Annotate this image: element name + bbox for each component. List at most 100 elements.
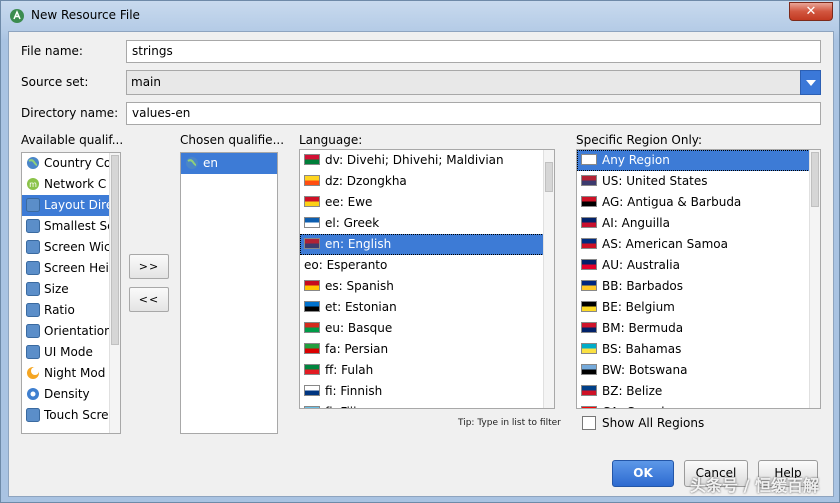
show-all-regions-label[interactable]: Show All Regions [602,416,704,430]
flag-icon [581,343,597,354]
available-qualifier-item[interactable]: Layout Dire [22,195,120,216]
language-label: Language: [299,133,363,147]
language-item[interactable]: dv: Divehi; Dhivehi; Maldivian [300,150,554,171]
flag-icon [581,238,597,249]
screen-height-icon [26,260,40,275]
region-item[interactable]: CA: Canada [577,402,820,408]
available-scroll-thumb[interactable] [111,155,119,345]
flag-icon [581,196,597,207]
available-qualifier-item[interactable]: Density [22,384,120,405]
region-label: AS: American Samoa [602,237,728,251]
region-label: BE: Belgium [602,300,675,314]
svg-text:m: m [29,180,37,189]
language-label: fa: Persian [325,342,389,356]
region-item[interactable]: BE: Belgium [577,297,820,318]
language-scrollbar[interactable] [543,150,554,408]
region-item[interactable]: BZ: Belize [577,381,820,402]
region-item[interactable]: BB: Barbados [577,276,820,297]
filter-tip: Tip: Type in list to filter [458,418,561,428]
chevron-down-icon[interactable] [800,70,821,95]
language-item[interactable]: el: Greek [300,213,554,234]
available-qualifier-item[interactable]: m Network C [22,174,120,195]
ok-button[interactable]: OK [612,460,674,487]
chosen-qualifier-item[interactable]: en [181,153,277,174]
ratio-icon [26,302,40,317]
flag-icon [581,406,597,408]
available-qualifier-item[interactable]: Smallest Sc [22,216,120,237]
region-item[interactable]: AG: Antigua & Barbuda [577,192,820,213]
language-label: eu: Basque [325,321,393,335]
region-label: Any Region [602,153,670,167]
source-set-select[interactable]: main [126,70,821,95]
language-item[interactable]: fi: Finnish [300,381,554,402]
network-icon: m [27,177,39,190]
flag-icon [304,175,320,186]
source-set-value: main [131,75,161,89]
chosen-qualifiers-list[interactable]: en [180,152,278,434]
language-item[interactable]: et: Estonian [300,297,554,318]
available-qualifier-item[interactable]: Orientation [22,321,120,342]
region-scrollbar[interactable] [809,150,820,408]
region-item[interactable]: BS: Bahamas [577,339,820,360]
available-qualifier-item[interactable]: Screen Hei [22,258,120,279]
region-item[interactable]: Any Region [577,150,820,171]
add-qualifier-button[interactable]: >> [129,254,169,279]
available-qualifier-label: Ratio [44,303,75,317]
available-qualifier-label: UI Mode [44,345,93,359]
available-qualifier-item[interactable]: Screen Wic [22,237,120,258]
close-button[interactable]: ✕ [789,2,833,21]
region-label: BW: Botswana [602,363,688,377]
region-item[interactable]: AS: American Samoa [577,234,820,255]
region-item[interactable]: AU: Australia [577,255,820,276]
available-qualifier-item[interactable]: UI Mode [22,342,120,363]
language-item[interactable]: eu: Basque [300,318,554,339]
language-item[interactable]: dz: Dzongkha [300,171,554,192]
language-item[interactable]: fj: Fijian [300,402,554,408]
language-item[interactable]: fa: Persian [300,339,554,360]
flag-icon [304,217,320,228]
language-label: fi: Finnish [325,384,383,398]
available-qualifier-item[interactable]: Ratio [22,300,120,321]
region-label: BB: Barbados [602,279,684,293]
language-item[interactable]: ff: Fulah [300,360,554,381]
size-icon [26,281,40,296]
language-item[interactable]: ee: Ewe [300,192,554,213]
region-scroll-thumb[interactable] [811,152,819,207]
flag-icon [304,322,320,333]
available-qualifiers-list[interactable]: Country Co m Network C Layout Dire Smallest … [21,152,121,434]
region-list[interactable]: Any Region US: United States AG: Antigua &… [576,149,821,409]
directory-name-input[interactable]: values-en [126,102,821,125]
available-qualifier-item[interactable]: Touch Scre [22,405,120,426]
show-all-regions-checkbox[interactable] [582,416,596,430]
region-item[interactable]: US: United States [577,171,820,192]
flag-icon [581,322,597,333]
available-qualifier-item[interactable]: Night Mod [22,363,120,384]
ui-mode-icon [26,344,40,359]
language-item[interactable]: es: Spanish [300,276,554,297]
language-label: el: Greek [325,216,380,230]
smallest-screen-icon [26,218,40,233]
flag-icon [581,385,597,396]
file-name-input[interactable]: strings [126,40,821,63]
region-item[interactable]: AI: Anguilla [577,213,820,234]
available-qualifier-label: Screen Wic [44,240,111,254]
language-item[interactable]: en: English [300,234,554,255]
title-bar[interactable]: New Resource File ✕ [1,1,839,31]
language-label: dv: Divehi; Dhivehi; Maldivian [325,153,504,167]
region-item[interactable]: BM: Bermuda [577,318,820,339]
file-name-label: File name: [21,44,83,58]
available-qualifier-item[interactable]: Country Co [22,153,120,174]
available-qualifier-label: Layout Dire [44,198,114,212]
directory-name-label: Directory name: [21,106,119,120]
language-scroll-thumb[interactable] [545,162,553,192]
available-qualifier-label: Night Mod [44,366,106,380]
language-list[interactable]: dv: Divehi; Dhivehi; Maldivian dz: Dzongk… [299,149,555,409]
available-qualifier-item[interactable]: Size [22,279,120,300]
region-label: BS: Bahamas [602,342,682,356]
region-item[interactable]: BW: Botswana [577,360,820,381]
android-studio-icon [10,9,24,23]
flag-icon [581,280,597,291]
language-item[interactable]: eo: Esperanto [300,255,554,276]
available-scrollbar[interactable] [109,153,120,433]
remove-qualifier-button[interactable]: << [129,287,169,312]
